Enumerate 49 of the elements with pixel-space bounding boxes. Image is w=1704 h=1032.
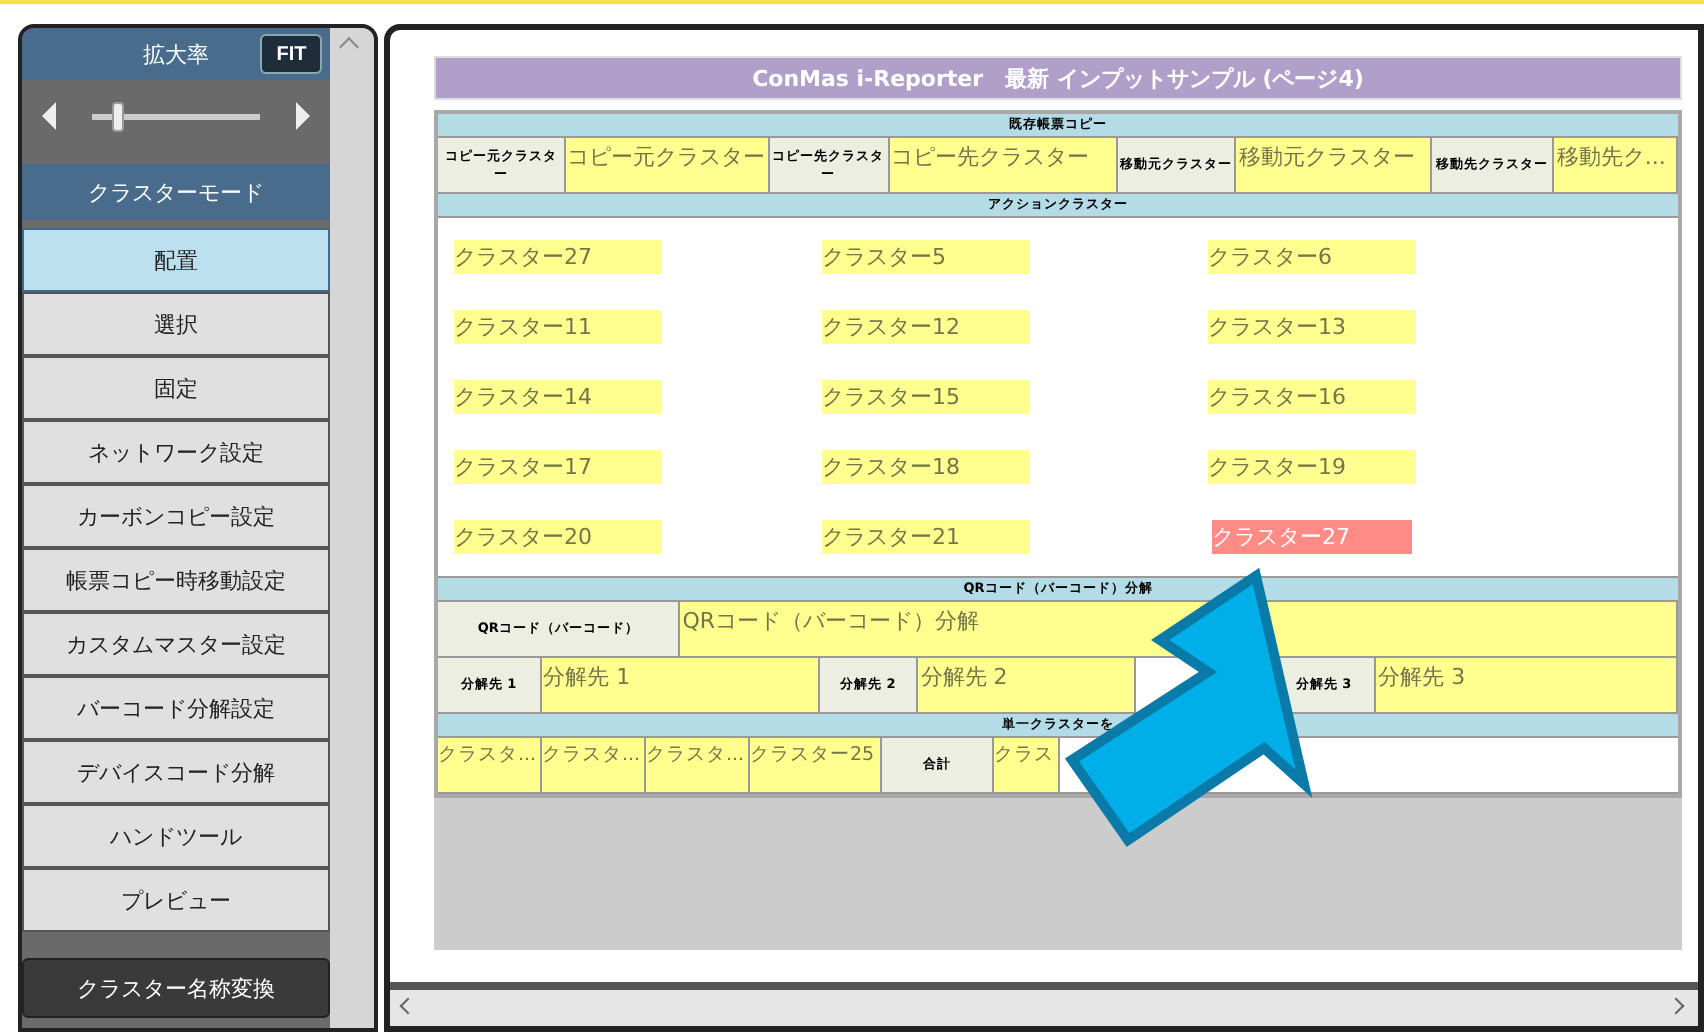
cluster-field[interactable]: クラスター14 — [454, 380, 662, 414]
zoom-slider[interactable] — [92, 101, 261, 131]
mode-button[interactable]: プレビュー — [22, 868, 331, 932]
zoom-label: 拡大率 — [143, 39, 210, 69]
mode-button[interactable]: 選択 — [22, 292, 331, 356]
input-field[interactable]: 移動先ク... — [1554, 138, 1678, 192]
mode-button[interactable]: カーボンコピー設定 — [22, 484, 331, 548]
cluster-field[interactable]: クラスター27 — [454, 240, 662, 274]
cluster-field[interactable]: クラスター21 — [822, 520, 1030, 554]
mode-button[interactable]: 帳票コピー時移動設定 — [22, 548, 331, 612]
input-field[interactable]: コピー先クラスター — [889, 138, 1118, 192]
scrollbar[interactable] — [330, 28, 374, 1028]
input-field[interactable]: QRコード（バーコード）分解 — [680, 602, 1678, 656]
fit-button[interactable]: FIT — [260, 34, 323, 74]
input-field[interactable]: 分解先 1 — [541, 658, 820, 712]
cluster-field[interactable]: クラスター13 — [1208, 310, 1416, 344]
mode-button[interactable]: ハンドツール — [22, 804, 331, 868]
cluster-field[interactable]: クラスター11 — [454, 310, 662, 344]
cluster-field[interactable]: クラスター18 — [822, 450, 1030, 484]
mode-button[interactable]: 配置 — [22, 228, 331, 292]
cluster-field[interactable]: クラスター5 — [822, 240, 1030, 274]
scrollbar[interactable] — [390, 982, 1698, 1026]
rename-button[interactable]: クラスター名称変換 — [22, 958, 331, 1018]
slider-thumb[interactable] — [111, 101, 124, 131]
mode-button[interactable]: デバイスコード分解 — [22, 740, 331, 804]
mode-button[interactable]: 固定 — [22, 356, 331, 420]
input-field[interactable]: クラスタ... — [438, 738, 542, 792]
cluster-field[interactable]: クラスター16 — [1208, 380, 1416, 414]
mode-button[interactable]: バーコード分解設定 — [22, 676, 331, 740]
input-field[interactable]: コピー元クラスター — [565, 138, 770, 192]
mode-header: クラスターモード — [22, 164, 331, 220]
left-arrow-icon[interactable] — [42, 102, 56, 130]
input-field[interactable]: クラスター25 — [750, 738, 882, 792]
input-field[interactable]: クラスタ... — [646, 738, 750, 792]
cluster-field[interactable]: クラスター19 — [1208, 450, 1416, 484]
input-field[interactable]: 分解先 2 — [918, 658, 1137, 712]
cluster-field[interactable]: クラスター6 — [1208, 240, 1416, 274]
mode-button[interactable]: ネットワーク設定 — [22, 420, 331, 484]
cluster-field[interactable]: クラスター17 — [454, 450, 662, 484]
form-title: ConMas i-Reporter 最新 インプットサンプル (ページ4) — [434, 56, 1682, 100]
input-field[interactable]: 移動元クラスター — [1236, 138, 1432, 192]
cluster-field[interactable]: クラスター15 — [822, 380, 1030, 414]
input-field[interactable]: クラスタ... — [542, 738, 646, 792]
right-arrow-icon[interactable] — [296, 102, 311, 130]
input-field[interactable]: 分解先 3 — [1376, 658, 1679, 712]
cluster-field[interactable]: クラスター12 — [822, 310, 1030, 344]
input-field[interactable]: クラス — [994, 738, 1060, 792]
mode-button[interactable]: カスタムマスター設定 — [22, 612, 331, 676]
cluster-field[interactable]: クラスター20 — [454, 520, 662, 554]
